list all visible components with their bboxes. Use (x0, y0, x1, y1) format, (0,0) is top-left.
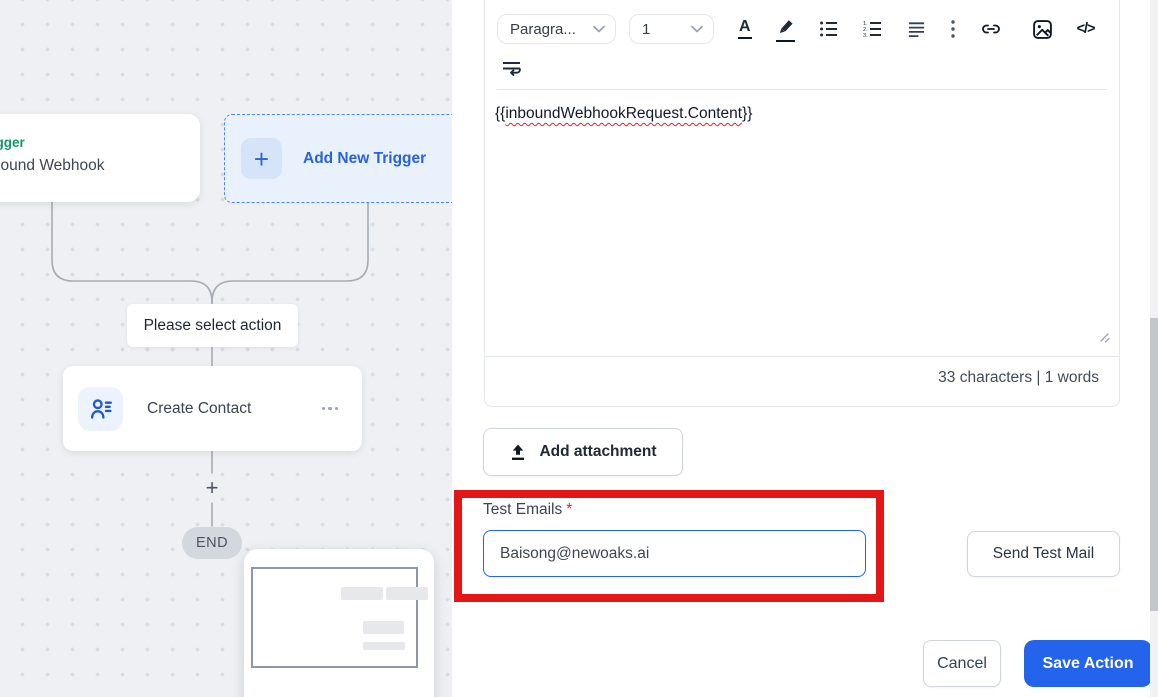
font-size-select[interactable]: 1 (629, 14, 714, 44)
character-count: 33 characters | 1 words (485, 356, 1119, 399)
text-wrap-icon (503, 61, 521, 76)
contact-icon-badge (78, 386, 123, 431)
svg-text:3.: 3. (863, 33, 868, 39)
align-icon (908, 21, 924, 37)
add-step-plus-button[interactable]: + (200, 475, 224, 501)
card-more-options-icon[interactable] (320, 403, 341, 415)
code-view-button[interactable]: </> (1076, 16, 1096, 42)
paragraph-style-select[interactable]: Paragra... (497, 14, 616, 44)
end-badge: END (182, 527, 242, 559)
workflow-canvas[interactable]: Trigger Inbound Webhook + Add New Trigge… (0, 0, 452, 697)
bulleted-list-button[interactable] (819, 16, 839, 42)
action-settings-panel: Paragra... 1 A 1. 2. 3. </> {{inboundWeb… (452, 0, 1158, 697)
more-options-button[interactable] (950, 16, 956, 42)
more-options-icon (950, 20, 955, 38)
numbered-list-icon: 1. 2. 3. (863, 21, 881, 39)
resize-handle[interactable] (1097, 330, 1110, 348)
placeholder-bar (363, 621, 404, 634)
test-emails-input[interactable] (483, 530, 866, 577)
insert-link-icon (981, 24, 1000, 34)
trigger-card-inbound-webhook[interactable]: Trigger Inbound Webhook (0, 114, 200, 202)
editor-toolbar: Paragra... 1 A 1. 2. 3. </> (485, 0, 1119, 90)
placeholder-bar (363, 642, 405, 650)
scrollbar-track[interactable] (1150, 0, 1158, 697)
plus-icon: + (241, 138, 282, 179)
add-new-trigger-button[interactable]: + Add New Trigger (224, 114, 452, 203)
insert-image-button[interactable] (1032, 16, 1053, 42)
rich-text-editor: Paragra... 1 A 1. 2. 3. </> {{inboundWeb… (484, 0, 1120, 407)
save-action-button[interactable]: Save Action (1024, 640, 1152, 687)
required-asterisk: * (566, 501, 573, 518)
text-color-icon: A (738, 19, 752, 39)
insert-image-icon (1032, 19, 1052, 39)
merge-tag-token: inboundWebhookRequest.Content (505, 105, 743, 122)
trigger-type-label: Trigger (0, 135, 25, 150)
workflow-builder-screen: Trigger Inbound Webhook + Add New Trigge… (0, 0, 1158, 697)
drag-preview-card (244, 549, 434, 697)
add-new-trigger-label: Add New Trigger (303, 149, 427, 167)
create-contact-label: Create Contact (147, 399, 252, 417)
please-select-action-label: Please select action (127, 304, 298, 347)
email-body-textbox[interactable]: {{inboundWebhookRequest.Content}} (485, 90, 1119, 356)
trigger-title: Inbound Webhook (0, 157, 105, 174)
highlight-button[interactable] (775, 16, 795, 42)
merge-tag-open: {{ (495, 105, 506, 122)
chevron-down-icon (593, 25, 605, 33)
text-wrap-button[interactable] (501, 55, 522, 81)
highlighter-icon (775, 17, 795, 42)
upload-icon (512, 444, 525, 460)
bulleted-list-icon (819, 21, 837, 37)
numbered-list-button[interactable]: 1. 2. 3. (863, 16, 883, 42)
add-attachment-label: Add attachment (539, 443, 657, 460)
test-emails-label: Test Emails * (483, 501, 573, 518)
contact-person-icon (90, 398, 112, 419)
preview-frame (251, 567, 418, 668)
chevron-down-icon (691, 25, 703, 33)
scrollbar-thumb[interactable] (1150, 318, 1158, 611)
code-view-icon: </> (1076, 21, 1096, 37)
font-size-value: 1 (642, 20, 651, 38)
merge-tag-close: }} (742, 105, 753, 122)
align-button[interactable] (907, 16, 926, 42)
placeholder-bar (386, 587, 428, 600)
create-contact-action-card[interactable]: Create Contact (63, 366, 362, 451)
insert-link-button[interactable] (980, 16, 1002, 42)
placeholder-bar (341, 587, 383, 600)
text-color-button[interactable]: A (738, 16, 752, 42)
add-attachment-button[interactable]: Add attachment (483, 428, 683, 476)
paragraph-style-value: Paragra... (510, 20, 576, 38)
cancel-button[interactable]: Cancel (923, 640, 1001, 687)
send-test-mail-button[interactable]: Send Test Mail (967, 531, 1120, 577)
